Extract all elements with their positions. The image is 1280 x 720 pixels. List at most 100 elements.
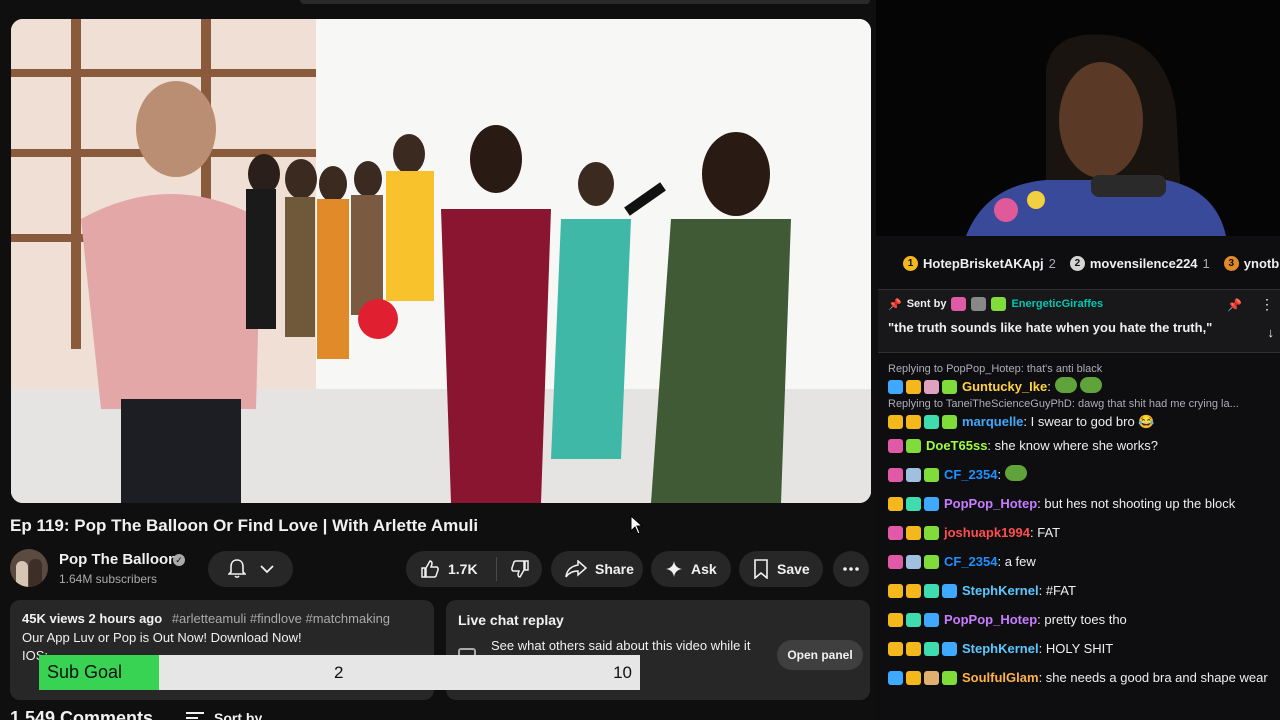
top-gifter[interactable]: 2 movensilence224 1 xyxy=(1069,255,1210,271)
sort-icon xyxy=(186,712,204,719)
video-frame xyxy=(11,19,871,503)
crown-icon xyxy=(906,642,921,656)
chat-username[interactable]: SoulfulGlam xyxy=(962,668,1039,688)
crown-icon xyxy=(888,613,903,627)
badge-icon xyxy=(924,497,939,511)
badge-icon xyxy=(924,555,939,569)
arrow-down-icon[interactable]: ↓ xyxy=(1268,325,1275,340)
badges xyxy=(888,380,957,394)
chat-message: PopPop_Hotep: but hes not shooting up th… xyxy=(888,490,1280,519)
pinned-message: 📌 Sent by EnergeticGiraffes "the truth s… xyxy=(878,289,1280,353)
pinned-text: "the truth sounds like hate when you hat… xyxy=(888,320,1213,335)
badge-icon xyxy=(942,415,957,429)
chat-username[interactable]: joshuapk1994 xyxy=(944,523,1030,543)
gift-icon xyxy=(924,671,939,685)
webcam-frame xyxy=(876,0,1280,236)
badge-icon xyxy=(906,439,921,453)
upload-age: 2 hours ago xyxy=(88,611,163,626)
chat-username[interactable]: CF_2354 xyxy=(944,465,997,485)
chat-message: marquelle: I swear to god bro 😂 xyxy=(888,411,1280,432)
badges xyxy=(888,415,957,429)
chat-username[interactable]: DoeT65ss xyxy=(926,436,987,456)
gifter-name: movensilence224 xyxy=(1089,255,1198,271)
pin-icon[interactable]: 📌 xyxy=(1227,298,1242,312)
chat-username[interactable]: PopPop_Hotep xyxy=(944,610,1037,630)
badges xyxy=(888,613,939,627)
chat-text: she know where she works? xyxy=(994,438,1158,453)
badge-icon xyxy=(888,468,903,482)
chat-list: Replying to PopPop_Hotep: that's anti bl… xyxy=(888,362,1280,693)
description-line: Our App Luv or Pop is Out Now! Download … xyxy=(22,630,302,645)
save-button[interactable]: Save xyxy=(739,551,823,587)
gifter-name: HotepBrisketAKApj xyxy=(923,255,1044,271)
top-gifter[interactable]: 3 ynotb xyxy=(1223,255,1279,271)
save-label: Save xyxy=(777,561,810,577)
view-count: 45K views xyxy=(22,611,85,626)
badge-icon xyxy=(888,671,903,685)
badges xyxy=(888,671,957,685)
badge-icon xyxy=(906,415,921,429)
crown-icon xyxy=(906,380,921,394)
video-title: Ep 119: Pop The Balloon Or Find Love | W… xyxy=(10,516,479,535)
ask-button[interactable]: Ask xyxy=(651,551,731,587)
badge-icon xyxy=(971,297,987,311)
chat-username[interactable]: StephKernel xyxy=(962,639,1039,659)
crown-icon xyxy=(888,497,903,511)
channel-avatar[interactable] xyxy=(10,549,48,587)
chat-text: pretty toes tho xyxy=(1044,612,1127,627)
dislike-button[interactable] xyxy=(497,551,542,587)
pepe-emote-icon xyxy=(1079,377,1102,393)
rank-badge: 1 xyxy=(903,255,918,271)
chat-message: CF_2354: a few xyxy=(888,548,1280,577)
badge-icon xyxy=(906,526,921,540)
chat-text: HOLY SHIT xyxy=(1045,641,1114,656)
badge-icon xyxy=(888,642,903,656)
video-player[interactable] xyxy=(11,19,871,503)
chat-text: FAT xyxy=(1037,525,1061,540)
pepe-emote-icon xyxy=(1004,465,1027,481)
sub-goal-label: Sub Goal xyxy=(47,662,123,682)
badge-icon xyxy=(888,555,903,569)
chat-message: StephKernel: #FAT xyxy=(888,577,1280,606)
chat-message: PopPop_Hotep: pretty toes tho xyxy=(888,606,1280,635)
chat-message: CF_2354: xyxy=(888,461,1280,490)
chat-username[interactable]: CF_2354 xyxy=(944,552,997,572)
chat-username[interactable]: marquelle xyxy=(962,412,1023,432)
chat-text: I swear to god bro 😂 xyxy=(1030,414,1155,429)
chat-username[interactable]: Guntucky_Ike xyxy=(962,377,1047,397)
pinned-user[interactable]: EnergeticGiraffes xyxy=(1011,298,1103,310)
gift-icon xyxy=(924,380,939,394)
badges xyxy=(888,439,921,453)
top-gifter[interactable]: 1 HotepBrisketAKApj 2 xyxy=(903,255,1056,271)
badge-icon xyxy=(951,297,967,311)
badge-icon xyxy=(942,642,957,656)
more-vertical-icon[interactable]: ⋮ xyxy=(1260,296,1274,313)
chat-username[interactable]: StephKernel xyxy=(962,581,1039,601)
ask-label: Ask xyxy=(691,561,717,577)
open-panel-button[interactable]: Open panel xyxy=(777,640,863,670)
chat-username[interactable]: PopPop_Hotep xyxy=(944,494,1037,514)
pinned-sent-by: Sent by xyxy=(906,298,947,310)
sort-by-button[interactable]: Sort by xyxy=(186,710,262,720)
badges xyxy=(888,555,939,569)
twitch-panel: 1 HotepBrisketAKApj 2 2 movensilence224 … xyxy=(876,0,1280,720)
gift-icon xyxy=(924,526,939,540)
hashtags[interactable]: #arletteamuli #findlove #matchmaking xyxy=(172,611,390,626)
pepe-emote-icon xyxy=(1054,377,1077,393)
rank-badge: 2 xyxy=(1069,255,1085,271)
like-dislike-group: 1.7K xyxy=(406,551,542,587)
more-actions-button[interactable] xyxy=(833,551,869,587)
badge-icon xyxy=(888,526,903,540)
share-button[interactable]: Share xyxy=(551,551,643,587)
crown-icon xyxy=(906,584,921,598)
like-button[interactable]: 1.7K xyxy=(406,551,496,587)
notifications-button[interactable] xyxy=(208,551,293,587)
gift-icon xyxy=(906,555,921,569)
channel-name[interactable]: Pop The Balloon xyxy=(59,551,177,568)
badges xyxy=(888,642,957,656)
subscriber-count: 1.64M subscribers xyxy=(59,572,158,586)
badges xyxy=(888,468,939,482)
reply-context: Replying to PopPop_Hotep: that's anti bl… xyxy=(888,363,1103,375)
chat-text: she needs a good bra and shape wear xyxy=(1045,670,1268,685)
like-count: 1.7K xyxy=(448,561,478,577)
